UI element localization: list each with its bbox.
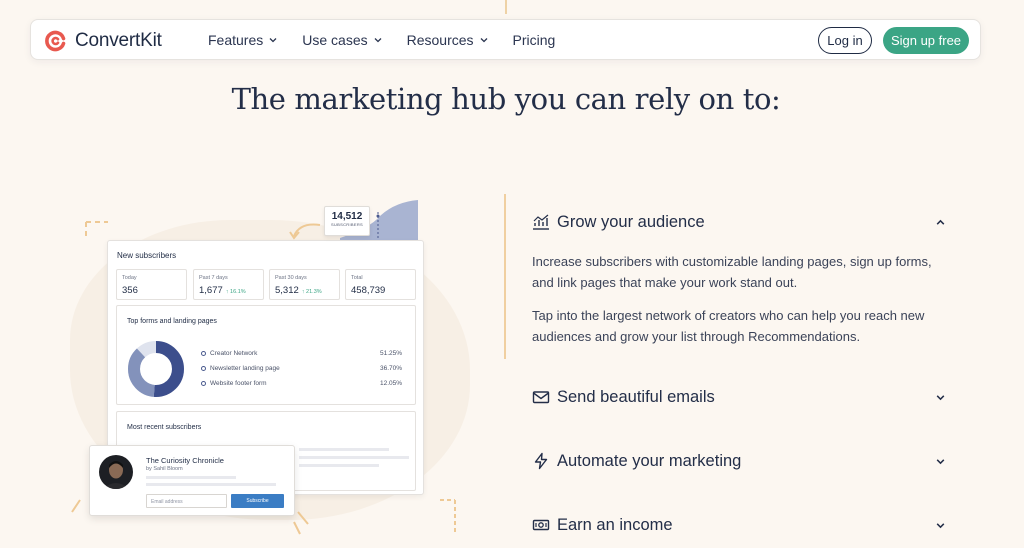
legend-row: Newsletter landing page <box>201 365 280 372</box>
stat-7-days: Past 7 days 1,677 ↑ 16.1% <box>193 269 264 300</box>
accordion-header[interactable]: Send beautiful emails <box>532 386 946 408</box>
legend-dot <box>201 366 206 371</box>
stat-value: 1,677 ↑ 16.1% <box>199 285 246 296</box>
forms-panel-title: Top forms and landing pages <box>127 318 217 325</box>
placeholder-line <box>299 448 389 451</box>
legend-row: Creator Network <box>201 350 257 357</box>
stat-delta: ↑ 16.1% <box>225 289 246 295</box>
placeholder-line <box>299 464 379 467</box>
active-indicator <box>504 194 506 359</box>
legend-pct: 51.25% <box>380 350 403 357</box>
recent-subscribers-title: Most recent subscribers <box>127 424 202 431</box>
stat-value: 458,739 <box>351 285 386 296</box>
forms-panel: Top forms and landing pages Creator Netw… <box>116 305 416 405</box>
chevron-down-icon <box>936 394 945 400</box>
stat-total: Total 458,739 <box>345 269 416 300</box>
legend-dot <box>201 381 206 386</box>
envelope-icon <box>532 391 550 404</box>
stat-value: 5,312 ↑ 21.3% <box>275 285 322 296</box>
chevron-down-icon <box>936 458 945 464</box>
accordion-header[interactable]: Automate your marketing <box>532 450 946 472</box>
stat-label: Total <box>351 275 363 281</box>
accordion-label: Grow your audience <box>557 212 705 231</box>
placeholder-line <box>146 476 236 479</box>
stat-label: Past 30 days <box>275 275 307 281</box>
accordion-earn-income: Earn an income <box>532 514 946 536</box>
lightning-icon <box>534 452 548 470</box>
accordion-header[interactable]: Earn an income <box>532 514 946 536</box>
placeholder-line <box>146 483 276 486</box>
chevron-up-icon <box>936 219 945 225</box>
donut-chart <box>128 341 184 397</box>
accordion-label: Automate your marketing <box>557 451 742 470</box>
creator-card: The Curiosity Chronicle by Sahil Bloom E… <box>89 445 295 516</box>
accordion-label: Earn an income <box>557 515 673 534</box>
legend-pct: 12.05% <box>380 380 403 387</box>
newsletter-author: by Sahil Bloom <box>146 466 183 472</box>
stat-30-days: Past 30 days 5,312 ↑ 21.3% <box>269 269 340 300</box>
subscribe-button[interactable]: Subscribe <box>231 494 284 508</box>
stat-label: Today <box>122 275 137 281</box>
legend-row: Website footer form <box>201 380 267 387</box>
chart-icon <box>533 214 549 230</box>
stat-value: 356 <box>122 285 138 296</box>
accordion-paragraph: Tap into the largest network of creators… <box>532 308 925 344</box>
login-button[interactable]: Log in <box>818 27 872 54</box>
chevron-down-icon <box>936 522 945 528</box>
subscriber-count: 14,512 <box>331 211 363 222</box>
dashboard-title: New subscribers <box>117 251 177 260</box>
newsletter-title: The Curiosity Chronicle <box>146 456 224 465</box>
stat-label: Past 7 days <box>199 275 228 281</box>
subscriber-count-label: SUBSCRIBERS <box>331 222 363 227</box>
accordion-label: Send beautiful emails <box>557 387 715 406</box>
email-field[interactable]: Email address <box>146 494 227 508</box>
legend-pct: 36.70% <box>380 365 403 372</box>
signup-button[interactable]: Sign up free <box>883 27 969 54</box>
avatar <box>99 455 133 489</box>
money-icon <box>532 519 550 531</box>
avatar-portrait-icon <box>103 461 129 489</box>
accordion-grow-audience: Grow your audience Increase subscribers … <box>532 211 946 359</box>
accordion-body: Increase subscribers with customizable l… <box>532 251 944 347</box>
accordion-header[interactable]: Grow your audience <box>532 211 946 233</box>
legend-dot <box>201 351 206 356</box>
accordion-automate: Automate your marketing <box>532 450 946 472</box>
stat-today: Today 356 <box>116 269 187 300</box>
stat-delta: ↑ 21.3% <box>301 289 322 295</box>
accordion-paragraph: Increase subscribers with customizable l… <box>532 254 932 290</box>
accordion-send-emails: Send beautiful emails <box>532 386 946 408</box>
placeholder-line <box>299 456 409 459</box>
subscriber-count-bubble: 14,512 SUBSCRIBERS <box>324 206 370 236</box>
